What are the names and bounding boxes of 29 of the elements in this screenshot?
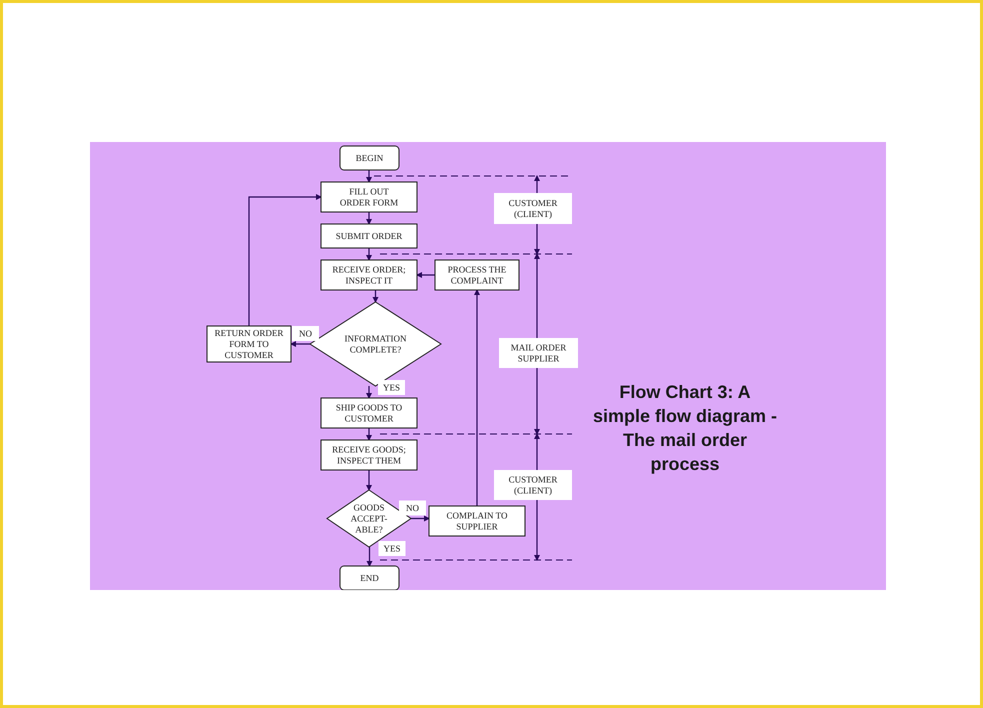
flow-arrow — [366, 428, 372, 441]
process-box: RECEIVE GOODS; INSPECT THEM — [320, 440, 418, 470]
flow-arrow — [366, 386, 372, 399]
process-box: RECEIVE ORDER; INSPECT IT — [320, 260, 418, 290]
terminal-box: BEGIN — [340, 146, 400, 170]
process-box: SUBMIT ORDER — [320, 224, 418, 248]
process-box: FILL OUT ORDER FORM — [320, 182, 418, 212]
branch-label: NO — [292, 326, 319, 341]
process-box: COMPLAIN TO SUPPLIER — [428, 506, 526, 536]
branch-label: NO — [399, 500, 426, 516]
lane-label: CUSTOMER (CLIENT) — [494, 193, 572, 224]
chart-title: Flow Chart 3: A simple flow diagram - The mail order process — [592, 381, 778, 476]
flow-arrow — [366, 170, 372, 183]
flow-arrow — [366, 470, 372, 491]
branch-label: YES — [378, 541, 406, 556]
flow-arrow — [416, 272, 435, 278]
branch-label: YES — [378, 380, 405, 395]
process-box: RETURN ORDER FORM TO CUSTOMER — [206, 326, 292, 362]
terminal-box: END — [340, 566, 400, 590]
flow-arrow — [366, 212, 372, 225]
flow-arrow — [372, 290, 378, 303]
lane-label: CUSTOMER (CLIENT) — [494, 470, 572, 500]
process-box: PROCESS THE COMPLAINT — [434, 260, 520, 290]
flow-arrow — [411, 516, 430, 522]
process-box: SHIP GOODS TO CUSTOMER — [320, 398, 418, 428]
flow-arrow — [290, 341, 310, 347]
lane-label: MAIL ORDER SUPPLIER — [499, 338, 578, 368]
flow-arrow — [366, 547, 372, 567]
flow-arrow — [366, 248, 372, 261]
